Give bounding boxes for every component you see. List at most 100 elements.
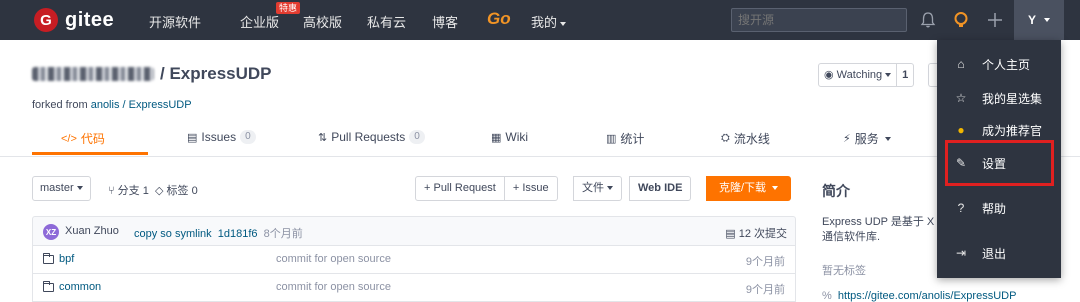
new-issue-button[interactable]: + Issue [504,176,558,201]
active-tab-indicator [32,152,148,155]
tab-label: 代码 [80,132,105,146]
file-buttons: 文件 [573,176,622,201]
tab-count: 0 [240,130,256,144]
ide-buttons: Web IDE [629,176,692,201]
tab-label: 统计 [620,132,645,146]
author-avatar[interactable]: XZ [43,224,59,240]
tag-count[interactable]: 标签 0 [167,185,198,197]
nav-blog[interactable]: 博客 [432,12,458,31]
owner-name-blurred[interactable] [32,67,154,81]
tab-label: 流水线 [733,132,770,146]
forked-from: forked from anolis / ExpressUDP [32,99,192,111]
nav-enterprise[interactable]: 企业版 [240,12,279,31]
intro-line-2: 通信软件库. [822,231,881,243]
branch-count[interactable]: 分支 1 [118,185,149,197]
watch-count[interactable]: 1 [896,64,913,86]
commit-author[interactable]: Xuan Zhuo [65,225,119,237]
watch-button[interactable]: ◉ Watching 1 [818,63,915,87]
menu-item-label: 个人主页 [982,57,1031,72]
chevron-down-icon [884,136,891,141]
menu-item-starred[interactable]: ☆ 我的星选集 [937,87,1061,109]
commit-total-label: 12 次提交 [738,228,787,240]
watch-label: ◉ Watching [819,64,896,86]
menu-item-label: 帮助 [982,201,1007,216]
eye-icon: ◉ [824,69,834,81]
tab-issues[interactable]: ▤ Issues 0 [187,130,256,144]
nav-open-source[interactable]: 开源软件 [149,12,201,31]
tab-pipeline[interactable]: ⛭ 流水线 [721,130,770,147]
menu-item-referrer[interactable]: ● 成为推荐官 [937,119,1061,141]
gitee-logo-icon: G [34,8,58,32]
tab-stats[interactable]: ▥ 统计 [606,130,644,147]
tab-services[interactable]: ⚡ 服务 [843,130,891,147]
repo-name[interactable]: / ExpressUDP [160,64,272,84]
create-buttons: + Pull Request + Issue [415,176,558,201]
search-input[interactable] [731,8,907,32]
nav-discount-badge: 特惠 [276,2,301,14]
plus-icon[interactable] [985,10,1005,30]
gitee-logo[interactable]: G gitee [34,8,114,32]
forked-source-link[interactable]: anolis / ExpressUDP [91,99,192,111]
repo-url: % https://gitee.com/anolis/ExpressUDP [822,290,1016,302]
wiki-icon: ▦ [491,131,502,144]
file-commit-message[interactable]: commit for open source [276,281,391,293]
branch-meta: ⑂ 分支 1 ◇ 标签 0 [108,182,198,198]
commit-message[interactable]: copy so symlink [134,228,212,240]
logout-icon: ⇥ [955,246,967,260]
file-row[interactable]: common commit for open source 9个月前 [32,274,796,302]
settings-highlight-box [945,140,1054,186]
branch-name: master [40,182,74,194]
folder-icon [43,280,54,292]
star-icon: ☆ [955,91,967,105]
chevron-down-icon [607,186,613,191]
web-ide-button[interactable]: Web IDE [629,176,692,201]
nav-university[interactable]: 高校版 [303,12,342,31]
user-avatar-menu[interactable]: Y [1014,0,1064,40]
repo-tabs: </> 代码 ▤ Issues 0 ⇅ Pull Requests 0 ▦ Wiki ▥ 统计… [0,123,1080,157]
repo-url-link[interactable]: https://gitee.com/anolis/ExpressUDP [838,290,1017,302]
bell-icon[interactable] [918,10,938,30]
file-commit-message[interactable]: commit for open source [276,253,391,265]
menu-item-label: 成为推荐官 [982,123,1043,138]
repo-title: / ExpressUDP [32,64,272,84]
tag-icon: ◇ [154,185,164,197]
link-icon: % [822,290,832,302]
tab-count: 0 [409,130,425,144]
file-menu-button[interactable]: 文件 [573,176,622,201]
file-name[interactable]: common [43,280,101,293]
chevron-down-icon [560,21,567,26]
menu-item-profile[interactable]: ⌂ 个人主页 [937,53,1061,75]
clone-download-button[interactable]: 克隆/下载 [706,176,792,201]
commit-hash[interactable]: 1d181f6 [218,228,258,240]
nav-go[interactable]: Go [487,9,511,29]
commit-total[interactable]: ▤ 12 次提交 [725,225,787,241]
tab-code[interactable]: </> 代码 [61,130,105,147]
menu-item-help[interactable]: ? 帮助 [937,197,1061,219]
top-navbar: G gitee 开源软件 企业版 特惠 高校版 私有云 博客 Go 我的 Y [0,0,1080,40]
tab-wiki[interactable]: ▦ Wiki [491,130,528,144]
nav-private-cloud[interactable]: 私有云 [367,12,406,31]
clone-label: 克隆/下载 [719,182,767,194]
tab-label: Issues [201,130,237,144]
intro-description: Express UDP 是基于 X 通信软件库. [822,215,942,245]
new-pull-request-button[interactable]: + Pull Request [415,176,505,201]
help-icon: ? [957,201,965,215]
menu-item-logout[interactable]: ⇥ 退出 [937,242,1061,264]
brand-name: gitee [65,8,115,31]
services-icon: ⚡ [843,133,851,145]
menu-item-label: 我的星选集 [982,91,1043,106]
file-name-label: bpf [59,253,75,265]
clone-buttons: 克隆/下载 [706,176,792,201]
lightbulb-icon[interactable] [951,10,971,30]
branch-selector[interactable]: master [32,176,91,201]
nav-mine[interactable]: 我的 [531,12,567,31]
intro-title: 简介 [822,183,850,199]
pipeline-icon: ⛭ [721,132,730,144]
intro-line-1: Express UDP 是基于 X [822,216,935,228]
nav-mine-label: 我的 [531,15,558,30]
latest-commit-bar: XZ Xuan Zhuo copy so symlink 1d181f6 8个月… [32,216,796,246]
chevron-down-icon [76,186,83,191]
file-name[interactable]: bpf [43,252,75,265]
file-row[interactable]: bpf commit for open source 9个月前 [32,246,796,274]
tab-pull-requests[interactable]: ⇅ Pull Requests 0 [318,130,425,144]
